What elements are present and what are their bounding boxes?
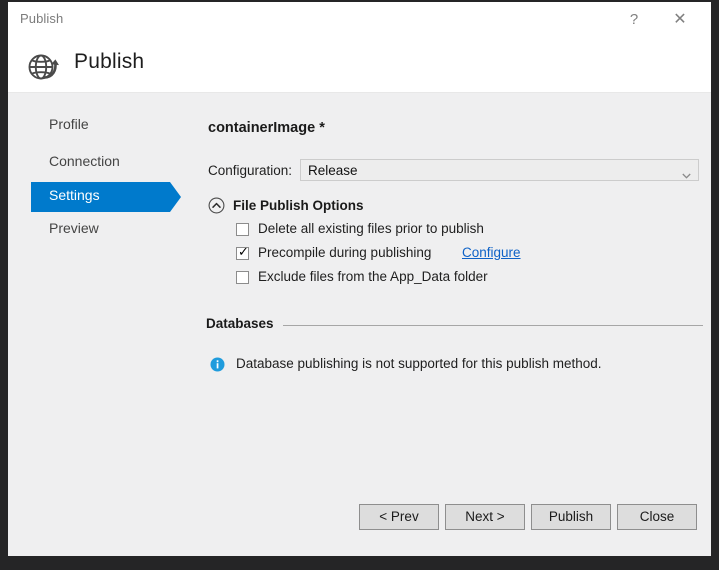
page-title: Publish xyxy=(74,50,145,73)
sidebar-item-profile[interactable]: Profile xyxy=(31,111,170,141)
configuration-row: Configuration: Release xyxy=(208,159,703,183)
prev-button[interactable]: < Prev xyxy=(359,504,439,530)
window-border-left xyxy=(0,0,8,570)
checkbox-box[interactable] xyxy=(236,271,249,284)
sidebar-item-label: Preview xyxy=(49,220,99,236)
close-button[interactable]: Close xyxy=(617,504,697,530)
next-button[interactable]: Next > xyxy=(445,504,525,530)
footer-buttons: < Prev Next > Publish Close xyxy=(8,504,711,544)
help-button[interactable]: ? xyxy=(613,2,655,38)
sidebar-item-settings[interactable]: Settings xyxy=(31,182,181,212)
profile-name-title: containerImage * xyxy=(208,120,325,136)
dialog-header: Publish xyxy=(8,38,711,93)
title-bar: Publish ? ✕ xyxy=(8,2,711,38)
configuration-label: Configuration: xyxy=(208,163,293,178)
sidebar-item-label: Connection xyxy=(49,153,120,169)
window-border-bottom xyxy=(0,556,719,570)
info-circle-icon xyxy=(210,357,225,372)
sidebar-nav: Profile Connection Settings Preview xyxy=(8,94,198,556)
dialog-body: Profile Connection Settings Preview cont… xyxy=(8,94,711,556)
databases-header: Databases xyxy=(206,316,703,334)
window-border-top xyxy=(0,0,719,2)
sidebar-item-connection[interactable]: Connection xyxy=(31,148,170,178)
checkmark-icon: ✓ xyxy=(238,244,249,259)
checkbox-label: Exclude files from the App_Data folder xyxy=(258,269,488,284)
close-icon: ✕ xyxy=(673,11,687,28)
sidebar-item-preview[interactable]: Preview xyxy=(31,215,170,245)
settings-pane: containerImage * Configuration: Release xyxy=(198,94,711,556)
configuration-select[interactable]: Release xyxy=(300,159,699,181)
section-divider xyxy=(283,325,703,326)
file-publish-options-title: File Publish Options xyxy=(233,198,364,213)
configure-link[interactable]: Configure xyxy=(462,245,521,260)
globe-publish-icon xyxy=(24,47,62,85)
publish-button[interactable]: Publish xyxy=(531,504,611,530)
configuration-selected-value: Release xyxy=(308,163,358,178)
databases-section: Databases Database publishing is not sup… xyxy=(206,316,703,372)
publish-dialog-window: Publish ? ✕ Publish Profile Connection S… xyxy=(8,2,711,556)
close-window-button[interactable]: ✕ xyxy=(659,2,701,38)
databases-title: Databases xyxy=(206,316,274,331)
checkbox-box[interactable]: ✓ xyxy=(236,244,249,260)
sidebar-item-label: Profile xyxy=(49,116,89,132)
database-info-message: Database publishing is not supported for… xyxy=(236,356,602,371)
checkbox-box[interactable] xyxy=(236,223,249,236)
help-icon: ? xyxy=(629,11,639,28)
chevron-down-icon xyxy=(682,166,691,179)
checkbox-label: Precompile during publishing xyxy=(258,245,432,260)
file-publish-options-header[interactable]: File Publish Options xyxy=(208,196,703,218)
chevron-up-circle-icon[interactable] xyxy=(208,197,225,214)
sidebar-item-label: Settings xyxy=(49,187,100,203)
file-publish-options-group: File Publish Options Delete all existing… xyxy=(208,196,703,284)
window-border-right xyxy=(711,0,719,570)
window-title: Publish xyxy=(20,11,64,26)
checkbox-label: Delete all existing files prior to publi… xyxy=(258,221,484,236)
